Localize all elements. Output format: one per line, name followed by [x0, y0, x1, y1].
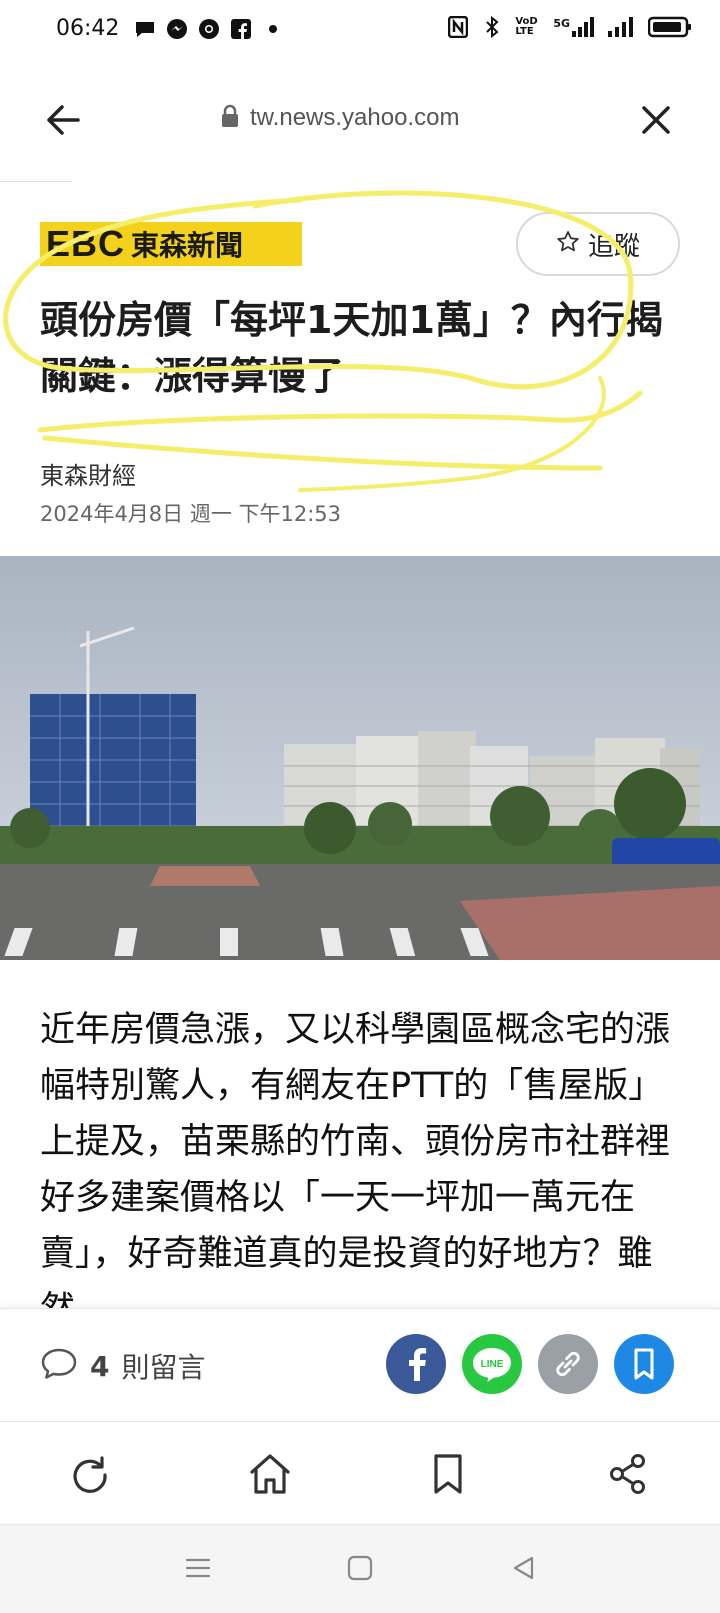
close-button[interactable] — [632, 96, 680, 144]
line-icon: LINE — [473, 1348, 511, 1382]
svg-text:LINE: LINE — [481, 1359, 504, 1370]
share-icon — [610, 1454, 645, 1494]
comment-icon — [40, 1347, 78, 1385]
close-icon — [642, 106, 670, 134]
dot-icon — [262, 18, 284, 40]
back-nav-button[interactable] — [510, 1554, 538, 1586]
signal-icon — [608, 16, 636, 38]
5g-signal-icon: 5G — [553, 17, 596, 37]
bookmark-icon — [634, 1348, 654, 1380]
publisher-name: 東森新聞 — [131, 229, 244, 262]
messenger-icon — [166, 18, 188, 40]
volte-icon: VoD LTE — [515, 16, 538, 37]
follow-label: 追蹤 — [587, 231, 640, 262]
chrome-icon — [198, 18, 220, 40]
menu-icon — [185, 1558, 211, 1578]
system-icons: VoD LTE 5G — [447, 16, 692, 38]
publisher-logo-letters: EBC — [46, 223, 126, 264]
article-date: 2024年4月8日 週一 下午12:53 — [40, 502, 342, 526]
facebook-icon — [230, 18, 252, 40]
home-icon — [250, 1454, 290, 1494]
menu-button[interactable] — [184, 1554, 212, 1586]
article-source[interactable]: 東森財經 — [40, 456, 136, 491]
url-display[interactable]: tw.news.yahoo.com — [220, 104, 459, 132]
lock-icon — [220, 104, 240, 132]
battery-icon — [648, 16, 692, 38]
bookmark-icon — [434, 1454, 462, 1494]
comments-button[interactable]: 4 則留言 — [40, 1346, 206, 1386]
refresh-icon — [73, 1456, 107, 1493]
article-body: 近年房價急漲，又以科學園區概念宅的漲幅特別驚人，有網友在PTT的「售屋版」上提及… — [40, 1010, 671, 1330]
follow-button[interactable]: 追蹤 — [516, 212, 680, 276]
arrow-left-icon — [47, 105, 80, 135]
share-line-button[interactable]: LINE — [462, 1334, 522, 1394]
bluetooth-icon — [481, 16, 503, 38]
facebook-f-icon — [409, 1348, 427, 1381]
notification-icons — [134, 18, 284, 40]
home-button[interactable] — [242, 1446, 298, 1502]
bookmark-button[interactable] — [420, 1446, 476, 1502]
article-photo[interactable] — [0, 556, 720, 960]
status-bar: 06:42 VoD LTE 5G — [0, 0, 720, 66]
share-facebook-button[interactable] — [386, 1334, 446, 1394]
comment-count: 4 — [90, 1349, 110, 1383]
url-text: tw.news.yahoo.com — [250, 104, 460, 131]
back-button[interactable] — [40, 96, 88, 144]
home-nav-button[interactable] — [346, 1554, 374, 1586]
publisher-logo[interactable]: EBC 東森新聞 — [40, 222, 302, 266]
progress-divider — [0, 181, 72, 182]
nfc-icon — [447, 16, 469, 38]
status-time: 06:42 — [56, 16, 120, 41]
back-triangle-icon — [513, 1556, 534, 1580]
chat-bubble-icon — [134, 18, 156, 40]
refresh-button[interactable] — [62, 1446, 118, 1502]
copy-link-button[interactable] — [538, 1334, 598, 1394]
save-bookmark-button[interactable] — [614, 1334, 674, 1394]
article-headline: 頭份房價「每坪1天加1萬」？內行揭關鍵：漲得算慢了 — [40, 298, 663, 398]
star-icon — [556, 230, 580, 258]
network-type: 5G — [553, 17, 570, 30]
comment-label: 則留言 — [121, 1351, 206, 1384]
link-icon — [556, 1351, 580, 1377]
share-button[interactable] — [600, 1446, 656, 1502]
home-square-icon — [347, 1555, 373, 1581]
